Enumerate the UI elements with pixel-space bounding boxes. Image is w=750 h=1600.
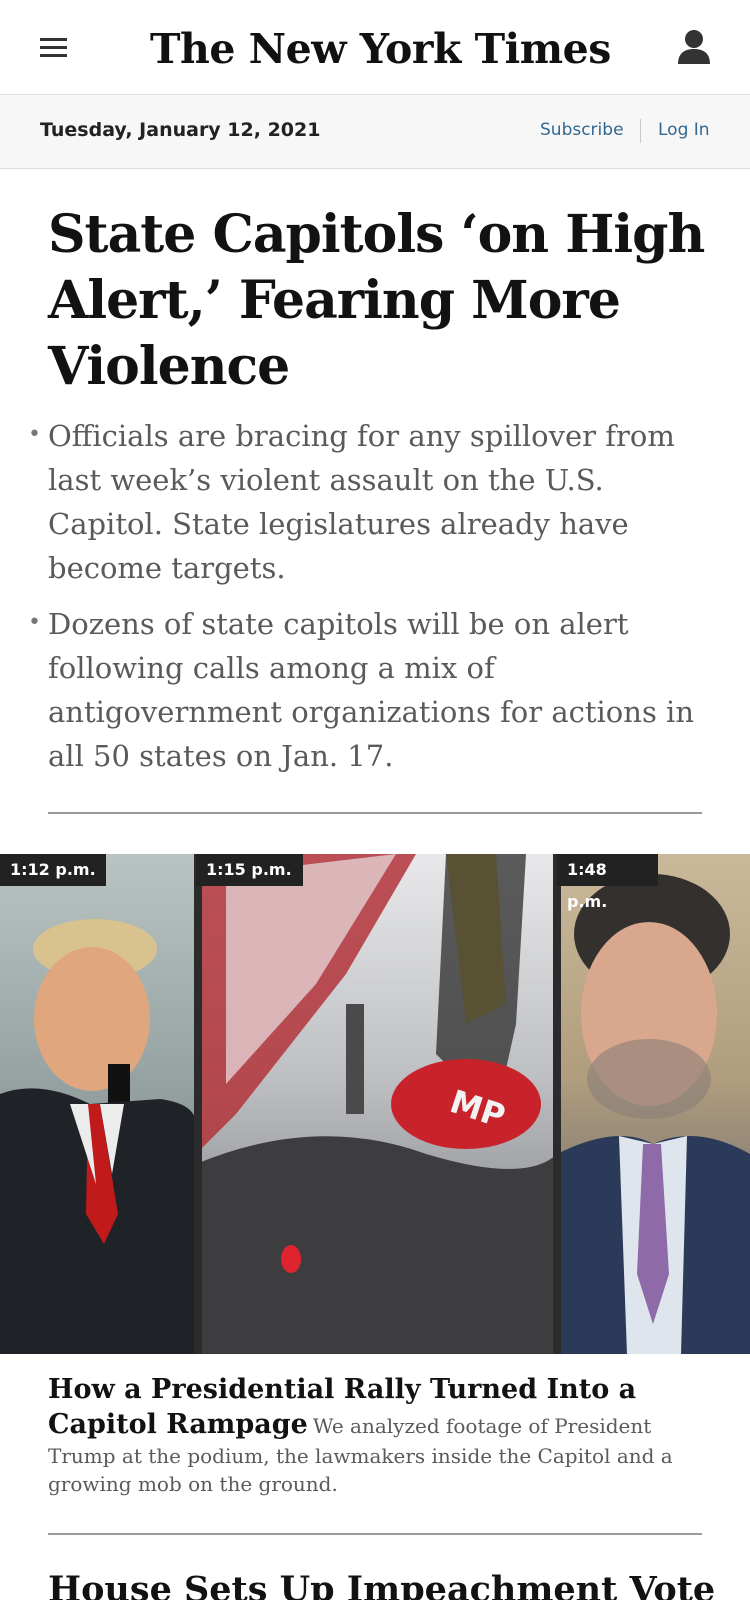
section-divider: [48, 812, 702, 814]
timestamp-label: 1:48 p.m.: [557, 854, 658, 911]
lead-summary-item: • Officials are bracing for any spillove…: [28, 414, 708, 590]
senator-press-image: [557, 854, 750, 1354]
capitol-mob-image: MP: [196, 854, 557, 1354]
current-date: Tuesday, January 12, 2021: [40, 119, 321, 141]
top-bar: The New York Times: [0, 0, 750, 95]
next-story-headline[interactable]: House Sets Up Impeachment Vote to: [48, 1565, 728, 1600]
bullet-icon: •: [28, 610, 41, 635]
timestamp-label: 1:12 p.m.: [0, 854, 106, 886]
link-separator: [640, 119, 641, 143]
timestamp-label: 1:15 p.m.: [196, 854, 303, 886]
bullet-icon: •: [28, 422, 41, 447]
section-divider: [48, 1533, 702, 1535]
press-speaker-illustration: [557, 874, 750, 1354]
lead-summary-item: • Dozens of state capitols will be on al…: [28, 602, 708, 778]
story-card[interactable]: How a Presidential Rally Turned Into a C…: [48, 1372, 708, 1498]
user-account-icon[interactable]: [676, 28, 712, 66]
podium-speaker-illustration: [0, 919, 196, 1354]
panel-divider: [553, 854, 561, 1354]
lead-summary-text: Dozens of state capitols will be on aler…: [48, 607, 695, 773]
rally-podium-image: [0, 854, 196, 1354]
date-bar: Tuesday, January 12, 2021 Subscribe Log …: [0, 95, 750, 169]
subscribe-link[interactable]: Subscribe: [540, 120, 624, 140]
video-triptych[interactable]: MP 1:12 p.m. 1:15 p.m. 1:48 p.m.: [0, 854, 750, 1354]
lead-summary-text: Officials are bracing for any spillover …: [48, 419, 675, 585]
lead-headline[interactable]: State Capitols ‘on High Alert,’ Fearing …: [48, 202, 708, 400]
nyt-logo[interactable]: The New York Times: [150, 20, 611, 78]
hamburger-menu-icon[interactable]: [38, 34, 70, 62]
panel-divider: [194, 854, 202, 1354]
login-link[interactable]: Log In: [658, 120, 710, 140]
flag-crowd-illustration: MP: [196, 854, 557, 1354]
